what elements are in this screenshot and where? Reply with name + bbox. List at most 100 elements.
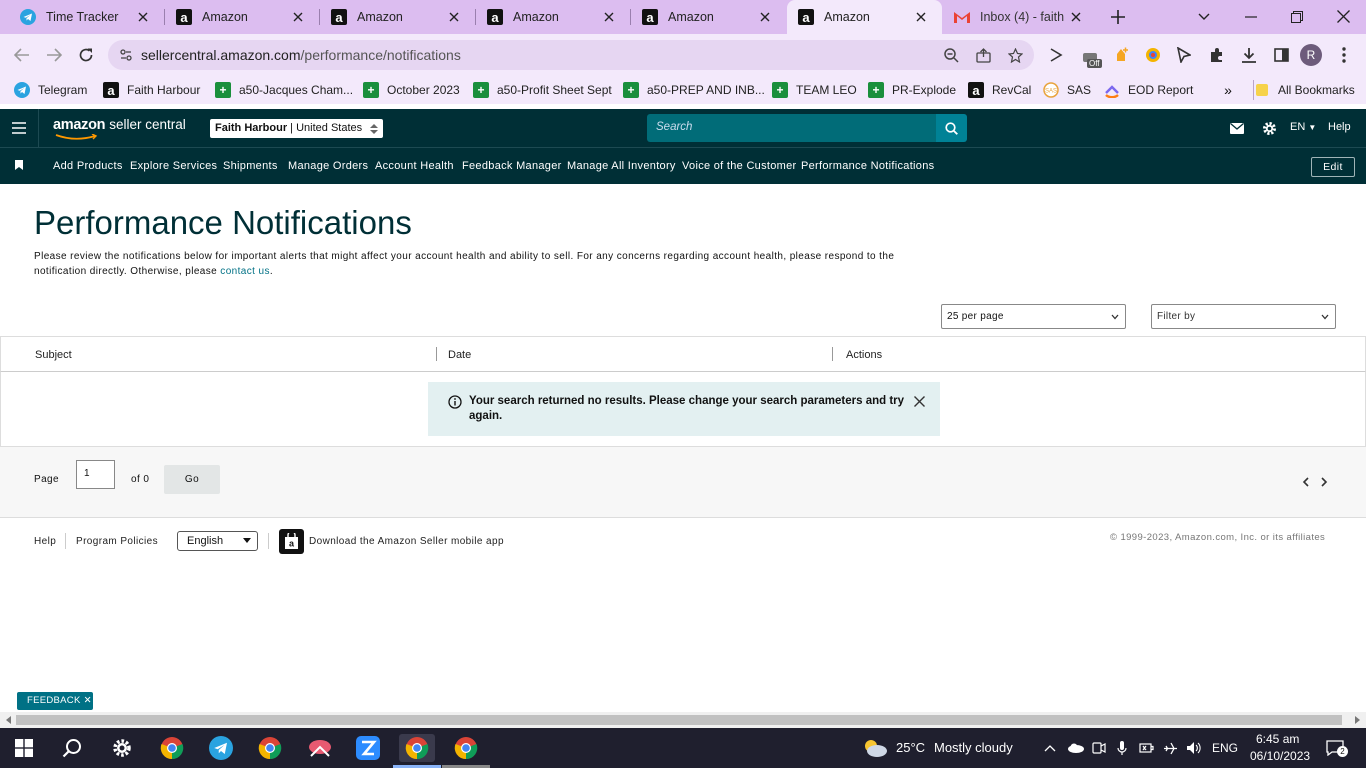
chrome-active-icon[interactable] [399, 734, 435, 762]
bookmark-faith-harbour[interactable]: a Faith Harbour [103, 80, 200, 100]
temperature[interactable]: 25°C [896, 740, 925, 755]
restore-icon[interactable] [1289, 9, 1305, 25]
close-tab-icon[interactable] [447, 10, 461, 24]
close-tab-icon[interactable] [291, 10, 305, 24]
volume-icon[interactable] [1185, 740, 1201, 756]
snipping-tool-icon[interactable] [302, 734, 338, 762]
bookmark-sas[interactable]: SAS SAS [1043, 80, 1091, 100]
close-window-icon[interactable] [1335, 8, 1351, 24]
zoom-icon[interactable] [943, 47, 959, 63]
clock-date[interactable]: 06/10/2023 [1250, 749, 1310, 763]
page-number-input[interactable]: 1 [76, 460, 115, 489]
edit-nav-button[interactable]: Edit [1311, 157, 1355, 177]
messages-envelope-icon[interactable] [1229, 121, 1245, 135]
settings-gear-icon[interactable] [1261, 120, 1277, 136]
microphone-icon[interactable] [1114, 740, 1130, 756]
minimize-icon[interactable] [1243, 9, 1259, 25]
scrollbar-thumb[interactable] [16, 715, 1342, 725]
per-page-select[interactable]: 25 per page [941, 304, 1126, 329]
input-language[interactable]: ENG [1212, 741, 1238, 755]
hamburger-menu-icon[interactable] [10, 121, 28, 135]
nav-performance-notifications[interactable]: Performance Notifications [801, 160, 934, 172]
onedrive-cloud-icon[interactable] [1066, 741, 1084, 755]
nav-account-health[interactable]: Account Health [375, 160, 454, 172]
notification-center-icon[interactable]: 2 [1325, 739, 1348, 757]
nav-manage-all-inventory[interactable]: Manage All Inventory [567, 160, 676, 172]
close-tab-icon[interactable] [914, 10, 928, 24]
column-date[interactable]: Date [448, 349, 471, 361]
footer-language-select[interactable]: English [177, 531, 258, 551]
close-tab-icon[interactable] [758, 10, 772, 24]
site-info-icon[interactable] [119, 48, 133, 62]
bookmark-telegram[interactable]: Telegram [14, 80, 87, 100]
tab-time-tracker[interactable]: Time Tracker [0, 0, 164, 34]
weather-text[interactable]: Mostly cloudy [934, 740, 1013, 755]
extension-arrow-icon[interactable] [1048, 47, 1064, 63]
tab-amazon-1[interactable]: a Amazon [165, 0, 319, 34]
seller-central-logo[interactable]: amazon seller central [53, 117, 186, 140]
camera-icon[interactable] [1091, 740, 1107, 756]
tab-amazon-2[interactable]: a Amazon [320, 0, 475, 34]
airplane-mode-icon[interactable] [1162, 740, 1178, 756]
seller-search-input[interactable]: Search [647, 114, 936, 142]
bookmark-jacques[interactable]: + a50-Jacques Cham... [215, 80, 353, 100]
close-tab-icon[interactable] [136, 10, 150, 24]
tab-amazon-active[interactable]: a Amazon [787, 0, 942, 34]
address-bar[interactable]: sellercentral.amazon.com/performance/not… [108, 40, 1034, 70]
bookmark-pr-explode[interactable]: + PR-Explode [868, 80, 956, 100]
scroll-right-arrow-icon[interactable] [1353, 716, 1361, 724]
bookmark-prep-inb[interactable]: + a50-PREP AND INB... [623, 80, 765, 100]
bookmark-profit-sheet[interactable]: + a50-Profit Sheet Sept [473, 80, 612, 100]
nav-voice-of-the-customer[interactable]: Voice of the Customer [682, 160, 797, 172]
close-feedback-icon[interactable]: ✕ [84, 695, 92, 706]
bookmark-star-icon[interactable] [1007, 47, 1023, 63]
browser-menu-kebab-icon[interactable] [1336, 46, 1352, 64]
all-bookmarks[interactable]: All Bookmarks [1253, 80, 1355, 100]
search-icon[interactable] [54, 734, 90, 762]
feedback-tab[interactable]: FEEDBACK ✕ [17, 692, 93, 710]
windows-start-icon[interactable] [6, 734, 42, 762]
contact-us-link[interactable]: contact us [220, 266, 270, 277]
tab-gmail-inbox[interactable]: Inbox (4) - faith [943, 0, 1097, 34]
share-icon[interactable] [975, 47, 991, 63]
scroll-left-arrow-icon[interactable] [4, 716, 12, 724]
header-help-link[interactable]: Help [1328, 121, 1351, 133]
colorful-extension-icon[interactable] [1144, 46, 1162, 64]
bookmark-revcal[interactable]: a RevCal [968, 80, 1031, 100]
previous-page-chevron-icon[interactable] [1299, 476, 1311, 488]
new-tab-plus-icon[interactable] [1110, 9, 1126, 25]
tab-search-chevron-down-icon[interactable] [1196, 9, 1212, 25]
nav-explore-services[interactable]: Explore Services [130, 160, 217, 172]
dismiss-alert-close-icon[interactable] [912, 394, 926, 408]
cursor-extension-icon[interactable] [1175, 46, 1193, 64]
language-selector[interactable]: EN ▼ [1290, 121, 1316, 133]
horizontal-scrollbar[interactable] [0, 712, 1366, 728]
close-tab-icon[interactable] [1069, 10, 1083, 24]
chrome-profile-icon[interactable] [252, 734, 288, 762]
side-panel-icon[interactable] [1272, 46, 1290, 64]
zoom-app-icon[interactable] [350, 734, 386, 762]
extensions-puzzle-icon[interactable] [1208, 46, 1226, 64]
bookmark-eod-report[interactable]: EOD Report [1104, 80, 1193, 100]
amazon-seller-app-icon[interactable]: a [279, 529, 304, 554]
nav-feedback-manager[interactable]: Feedback Manager [462, 160, 562, 172]
column-subject[interactable]: Subject [35, 349, 72, 361]
clock-time[interactable]: 6:45 am [1256, 732, 1299, 746]
extension-toggle-icon[interactable]: Off [1080, 46, 1102, 68]
boost-extension-icon[interactable] [1112, 46, 1130, 64]
footer-help-link[interactable]: Help [34, 536, 56, 547]
store-selector[interactable]: Faith Harbour | United States [210, 119, 383, 138]
settings-gear-icon[interactable] [104, 734, 140, 762]
next-page-chevron-icon[interactable] [1318, 476, 1330, 488]
chrome-profile-2-icon[interactable] [448, 734, 484, 762]
reload-icon[interactable] [78, 47, 94, 63]
nav-manage-orders[interactable]: Manage Orders [288, 160, 368, 172]
tray-chevron-up-icon[interactable] [1043, 741, 1057, 755]
nav-add-products[interactable]: Add Products [53, 160, 123, 172]
bookmark-pin-icon[interactable] [14, 159, 24, 171]
search-button[interactable] [936, 114, 967, 142]
go-button[interactable]: Go [164, 465, 220, 494]
profile-avatar[interactable]: R [1300, 44, 1322, 66]
telegram-icon[interactable] [203, 734, 239, 762]
filter-by-select[interactable]: Filter by [1151, 304, 1336, 329]
